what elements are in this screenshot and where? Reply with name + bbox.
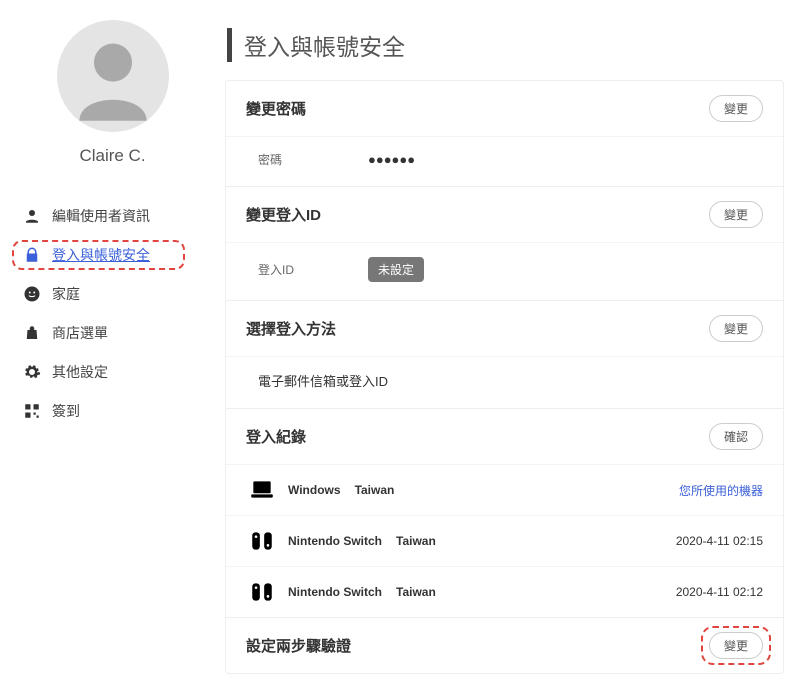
username: Claire C.: [79, 146, 145, 166]
history-current-device-link[interactable]: 您所使用的機器: [679, 482, 763, 499]
switch-icon: [248, 528, 276, 554]
password-row: 密碼 ●●●●●●: [226, 136, 783, 186]
section-header-loginmethod: 選擇登入方法 變更: [226, 300, 783, 356]
history-row: Windows Taiwan 您所使用的機器: [226, 464, 783, 515]
row-key: 密碼: [258, 151, 368, 168]
loginmethod-value: 電子郵件信箱或登入ID: [258, 371, 388, 390]
password-value: ●●●●●●: [368, 152, 415, 167]
history-device: Nintendo Switch: [288, 534, 382, 548]
section-heading: 設定兩步驟驗證: [246, 635, 351, 656]
section-header-history: 登入紀錄 確認: [226, 408, 783, 464]
sidebar-item-label: 其他設定: [52, 362, 108, 382]
sidebar-item-other[interactable]: 其他設定: [0, 355, 225, 389]
history-device: Nintendo Switch: [288, 585, 382, 599]
section-heading: 登入紀錄: [246, 426, 306, 447]
section-heading: 變更登入ID: [246, 204, 321, 225]
smiley-icon: [22, 284, 42, 304]
sidebar-item-label: 簽到: [52, 401, 80, 421]
change-loginmethod-button[interactable]: 變更: [709, 315, 763, 342]
sidebar-item-family[interactable]: 家庭: [0, 277, 225, 311]
sidebar-item-label: 編輯使用者資訊: [52, 206, 150, 226]
sidebar-item-shop[interactable]: 商店選單: [0, 316, 225, 350]
history-location: Taiwan: [355, 483, 395, 497]
bag-icon: [22, 323, 42, 343]
section-header-twofa: 設定兩步驟驗證 變更: [226, 617, 783, 673]
history-device: Windows: [288, 483, 341, 497]
row-key: 登入ID: [258, 261, 368, 278]
history-location: Taiwan: [396, 534, 436, 548]
change-password-button[interactable]: 變更: [709, 95, 763, 122]
change-loginid-button[interactable]: 變更: [709, 201, 763, 228]
sidebar-item-label: 商店選單: [52, 323, 108, 343]
switch-icon: [248, 579, 276, 605]
page-title: 登入與帳號安全: [227, 28, 784, 62]
lock-icon: [22, 245, 42, 265]
sidebar: Claire C. 編輯使用者資訊 登入與帳號安全 家庭: [0, 0, 225, 655]
sidebar-item-checkin[interactable]: 簽到: [0, 394, 225, 428]
sidebar-item-security[interactable]: 登入與帳號安全: [0, 238, 225, 272]
sidebar-item-label: 登入與帳號安全: [52, 245, 150, 265]
qr-icon: [22, 401, 42, 421]
history-timestamp: 2020-4-11 02:15: [676, 534, 763, 548]
person-icon: [22, 206, 42, 226]
history-timestamp: 2020-4-11 02:12: [676, 585, 763, 599]
laptop-icon: [248, 477, 276, 503]
avatar: [57, 20, 169, 132]
sidebar-item-label: 家庭: [52, 284, 80, 304]
section-header-password: 變更密碼 變更: [226, 81, 783, 136]
loginmethod-row: 電子郵件信箱或登入ID: [226, 356, 783, 408]
loginid-badge: 未設定: [368, 257, 424, 282]
history-row: Nintendo Switch Taiwan 2020-4-11 02:12: [226, 566, 783, 617]
history-row: Nintendo Switch Taiwan 2020-4-11 02:15: [226, 515, 783, 566]
section-heading: 變更密碼: [246, 98, 306, 119]
section-heading: 選擇登入方法: [246, 318, 336, 339]
sidebar-menu: 編輯使用者資訊 登入與帳號安全 家庭 商店選單: [0, 194, 225, 433]
gear-icon: [22, 362, 42, 382]
sidebar-item-edit-user[interactable]: 編輯使用者資訊: [0, 199, 225, 233]
main-content: 登入與帳號安全 變更密碼 變更 密碼 ●●●●●● 變更登入ID 變更 登入ID…: [225, 0, 800, 655]
settings-panel: 變更密碼 變更 密碼 ●●●●●● 變更登入ID 變更 登入ID 未設定 選擇登…: [225, 80, 784, 674]
loginid-row: 登入ID 未設定: [226, 242, 783, 300]
section-header-loginid: 變更登入ID 變更: [226, 186, 783, 242]
confirm-history-button[interactable]: 確認: [709, 423, 763, 450]
history-location: Taiwan: [396, 585, 436, 599]
